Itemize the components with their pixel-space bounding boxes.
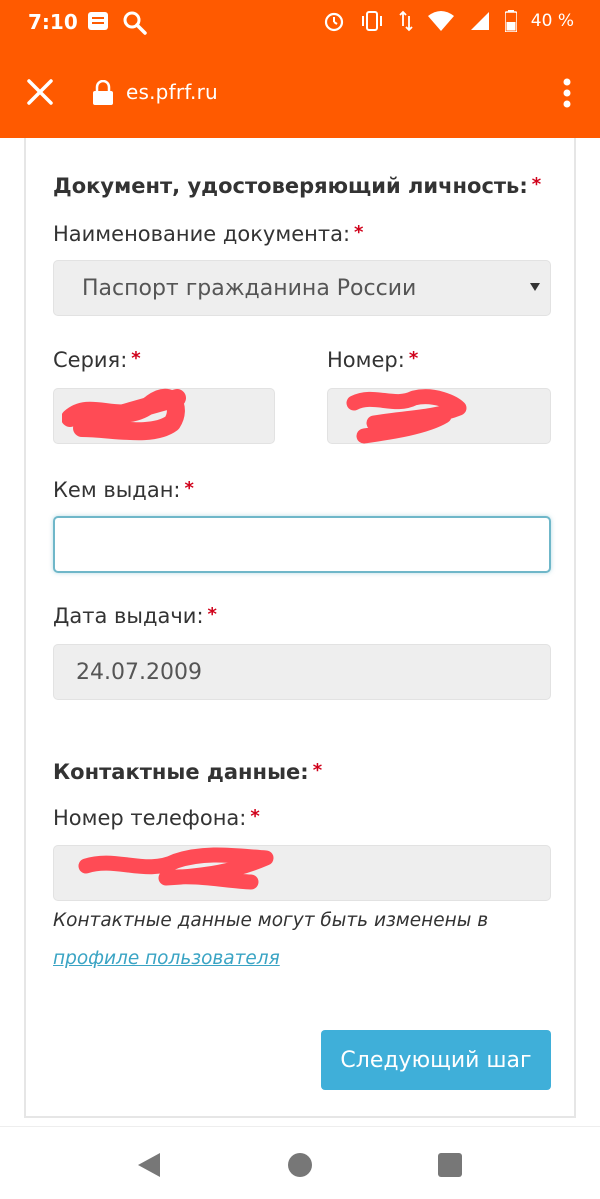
search-icon — [123, 11, 147, 35]
url-text[interactable]: es.pfrf.ru — [126, 80, 218, 104]
dropdown-arrow-icon — [530, 283, 540, 291]
phone-label: Номер телефона: * — [53, 806, 260, 830]
redaction-scribble — [78, 847, 274, 890]
contact-section-title: Контактные данные: * — [53, 760, 323, 784]
browser-top-bar: 7:10 40 % es.pfrf.ru — [0, 0, 600, 138]
recent-apps-icon[interactable] — [438, 1153, 462, 1177]
next-step-button[interactable]: Следующий шаг — [321, 1030, 551, 1090]
status-time: 7:10 — [28, 10, 78, 34]
battery-percent: 40 % — [530, 11, 574, 31]
number-label: Номер: * — [327, 348, 419, 372]
contact-note: Контактные данные могут быть изменены в — [53, 910, 489, 931]
issue-date-field[interactable]: 24.07.2009 — [53, 644, 551, 700]
system-nav-bar — [0, 1126, 600, 1199]
close-icon[interactable] — [26, 78, 54, 106]
issued-by-label: Кем выдан: * — [53, 478, 194, 502]
redaction-scribble — [62, 388, 186, 441]
notes-icon — [88, 12, 108, 30]
document-section-title: Документ, удостоверяющий личность: * — [53, 174, 542, 198]
profile-link[interactable]: профиле пользователя — [53, 948, 280, 969]
signal-icon — [470, 12, 489, 30]
doc-type-value: Паспорт гражданина России — [82, 275, 417, 301]
form-card: Документ, удостоверяющий личность: * Наим… — [24, 138, 576, 1118]
home-icon[interactable] — [288, 1153, 312, 1177]
data-transfer-icon — [399, 10, 413, 32]
doc-name-label: Наименование документа: * — [53, 222, 364, 246]
status-bar: 7:10 40 % — [0, 0, 600, 48]
alarm-icon — [324, 12, 343, 32]
profile-link-line: профиле пользователя — [53, 948, 280, 969]
issue-date-label: Дата выдачи: * — [53, 604, 217, 628]
lock-icon — [93, 80, 113, 105]
back-icon[interactable] — [136, 1151, 162, 1179]
battery-icon — [504, 10, 517, 32]
vibrate-icon — [361, 11, 382, 31]
doc-type-select[interactable]: Паспорт гражданина России — [53, 260, 551, 316]
browser-toolbar: es.pfrf.ru — [0, 48, 600, 138]
issue-date-value: 24.07.2009 — [76, 659, 202, 685]
redaction-scribble — [346, 389, 467, 444]
more-vert-icon[interactable] — [562, 78, 572, 108]
wifi-icon — [427, 11, 454, 31]
series-label: Серия: * — [53, 348, 141, 372]
issued-by-input[interactable] — [53, 516, 551, 573]
